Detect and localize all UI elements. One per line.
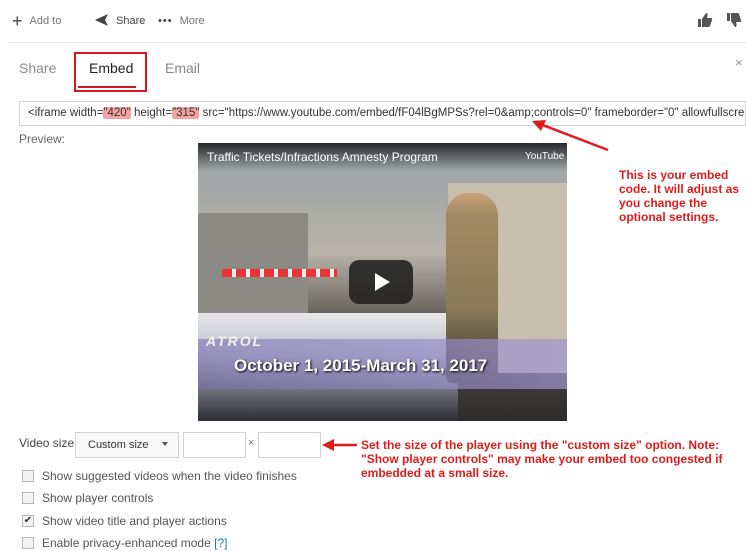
annotation-arrowhead [322, 439, 334, 451]
annotation-arrow-line [539, 122, 609, 152]
embed-code-annotation: This is your embed code. It will adjust … [619, 168, 740, 224]
size-annotation: Set the size of the player using the "cu… [361, 438, 723, 480]
